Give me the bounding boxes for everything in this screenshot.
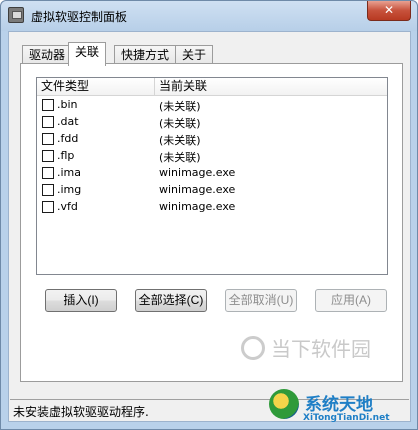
row-association: (未关联) [159,117,201,130]
watermark-site-name: 系统天地 [305,395,373,415]
watermark-site-url: XiTongTianDi.net [303,413,390,423]
tab-about[interactable]: 关于 [175,45,214,65]
list-header: 文件类型 当前关联 [37,78,387,96]
row-checkbox[interactable] [42,167,54,179]
row-file-type: .ima [57,166,82,179]
list-row[interactable]: .vfd winimage.exe [37,199,387,216]
watermark-globe-icon [269,389,299,419]
row-association: (未关联) [159,151,201,164]
column-header-file-type[interactable]: 文件类型 [37,78,155,95]
app-window: 虚拟软驱控制面板 ✕ 驱动器 关联 快捷方式 关于 文件类型 当前关联 .bin… [0,0,418,430]
apply-button[interactable]: 应用(A) [315,289,387,312]
row-file-type: .vfd [57,200,78,213]
select-all-button[interactable]: 全部选择(C) [135,289,207,312]
file-type-list[interactable]: 文件类型 当前关联 .bin (未关联) .dat (未关联) .fdd (未关… [36,77,388,275]
row-file-type: .img [57,183,82,196]
list-row[interactable]: .bin (未关联) [37,97,387,114]
watermark-text: 当下软件园 [271,337,371,361]
row-file-type: .bin [57,98,78,111]
row-checkbox[interactable] [42,99,54,111]
tab-associations[interactable]: 关联 [68,42,107,66]
row-checkbox[interactable] [42,150,54,162]
row-checkbox[interactable] [42,116,54,128]
insert-button[interactable]: 插入(I) [45,289,117,312]
row-file-type: .dat [57,115,79,128]
row-file-type: .fdd [57,132,79,145]
status-text: 未安装虚拟软驱驱动程序. [13,405,149,419]
deselect-all-button[interactable]: 全部取消(U) [225,289,297,312]
client-area: 驱动器 关联 快捷方式 关于 文件类型 当前关联 .bin (未关联) .dat [8,31,411,422]
list-row[interactable]: .img winimage.exe [37,182,387,199]
row-checkbox[interactable] [42,201,54,213]
close-button[interactable]: ✕ [367,1,411,21]
window-title: 虚拟软驱控制面板 [31,10,128,24]
row-association: (未关联) [159,134,201,147]
row-checkbox[interactable] [42,133,54,145]
row-file-type: .flp [57,149,75,162]
title-bar[interactable]: 虚拟软驱控制面板 ✕ [1,1,417,31]
list-row[interactable]: .ima winimage.exe [37,165,387,182]
tab-shortcuts[interactable]: 快捷方式 [114,45,177,65]
row-association: winimage.exe [159,166,236,179]
floppy-drive-icon [8,7,24,23]
column-header-current-association[interactable]: 当前关联 [155,78,387,95]
list-row[interactable]: .flp (未关联) [37,148,387,165]
row-association: winimage.exe [159,183,236,196]
list-row[interactable]: .fdd (未关联) [37,131,387,148]
list-row[interactable]: .dat (未关联) [37,114,387,131]
row-association: (未关联) [159,100,201,113]
row-checkbox[interactable] [42,184,54,196]
row-association: winimage.exe [159,200,236,213]
tab-drives[interactable]: 驱动器 [22,45,73,65]
watermark-logo-icon [241,336,265,360]
